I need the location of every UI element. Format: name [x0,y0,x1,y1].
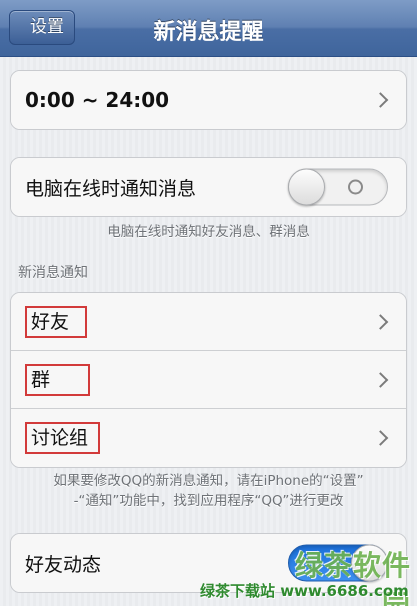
list-item-label: 群 [25,363,91,396]
pc-online-row: 电脑在线时通知消息 [11,158,406,216]
list-item-label: 好友 [25,305,88,338]
list-item-discussions[interactable]: 讨论组 [11,409,406,467]
toggle-knob [288,168,325,206]
watermark-text: 绿茶下载站 www.6686.com [200,582,409,600]
notify-note-line-2: -“通知”功能中，找到应用程序“QQ”进行更改 [73,493,344,509]
pc-online-label: 电脑在线时通知消息 [25,177,197,200]
chevron-right-icon [372,92,389,108]
toggle-off-ring-icon [348,179,363,195]
time-range-row[interactable]: 0:00 ~ 24:00 [11,71,406,129]
time-range-value: 0:00 ~ 24:00 [25,88,170,112]
chevron-right-icon [372,430,389,446]
pc-online-note: 电脑在线时通知好友消息、群消息 [107,224,310,240]
section-label: 新消息通知 [18,265,88,281]
chevron-right-icon [372,313,389,330]
list-item-friends[interactable]: 好友 [11,293,406,351]
list-item-groups[interactable]: 群 [11,351,406,409]
pc-online-toggle[interactable] [288,168,388,206]
chevron-right-icon [372,371,389,388]
notify-list-card: 好友 群 讨论组 [10,292,407,468]
friend-feed-label: 好友动态 [25,553,102,576]
page-title: 新消息提醒 [153,20,264,45]
time-range-card: 0:00 ~ 24:00 [10,70,407,130]
navigation-bar: 设置 新消息提醒 [0,0,417,57]
list-item-label: 讨论组 [25,422,101,454]
pc-online-card: 电脑在线时通知消息 [10,157,407,217]
notify-note-line-1: 如果要修改QQ的新消息通知，请在iPhone的“设置” [53,473,364,489]
